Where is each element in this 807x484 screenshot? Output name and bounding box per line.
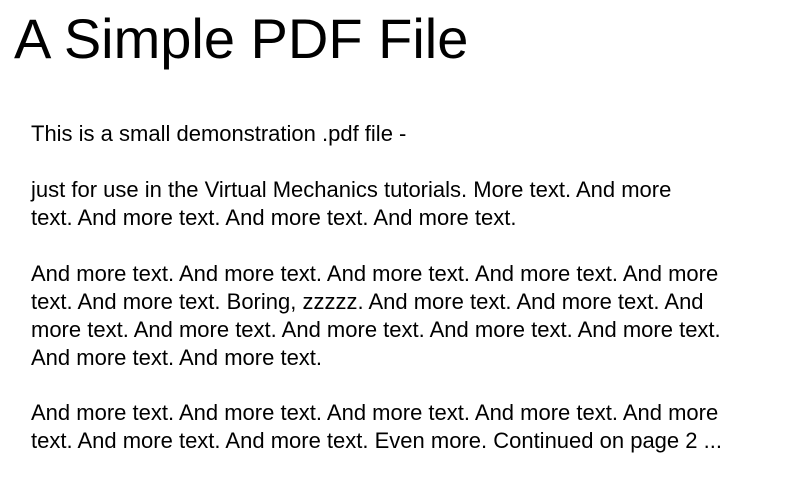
paragraph-line: more text. And more text. And more text.… [31,317,721,342]
paragraph-boring: And more text. And more text. And more t… [31,260,791,372]
paragraph-intro: This is a small demonstration .pdf file … [31,120,791,148]
paragraph-line: just for use in the Virtual Mechanics tu… [31,177,672,202]
document-title: A Simple PDF File [14,7,469,70]
paragraph-tutorials: just for use in the Virtual Mechanics tu… [31,176,791,232]
paragraph-line: text. And more text. And more text. And … [31,205,517,230]
paragraph-line: text. And more text. Boring, zzzzz. And … [31,289,704,314]
paragraph-line: text. And more text. And more text. Even… [31,428,722,453]
paragraph-line: And more text. And more text. And more t… [31,261,719,286]
pdf-page: A Simple PDF File This is a small demons… [0,0,807,484]
paragraph-line: And more text. And more text. And more t… [31,400,719,425]
paragraph-continued: And more text. And more text. And more t… [31,399,791,455]
paragraph-line: And more text. And more text. [31,345,323,370]
paragraph-line: This is a small demonstration .pdf file … [31,121,407,146]
